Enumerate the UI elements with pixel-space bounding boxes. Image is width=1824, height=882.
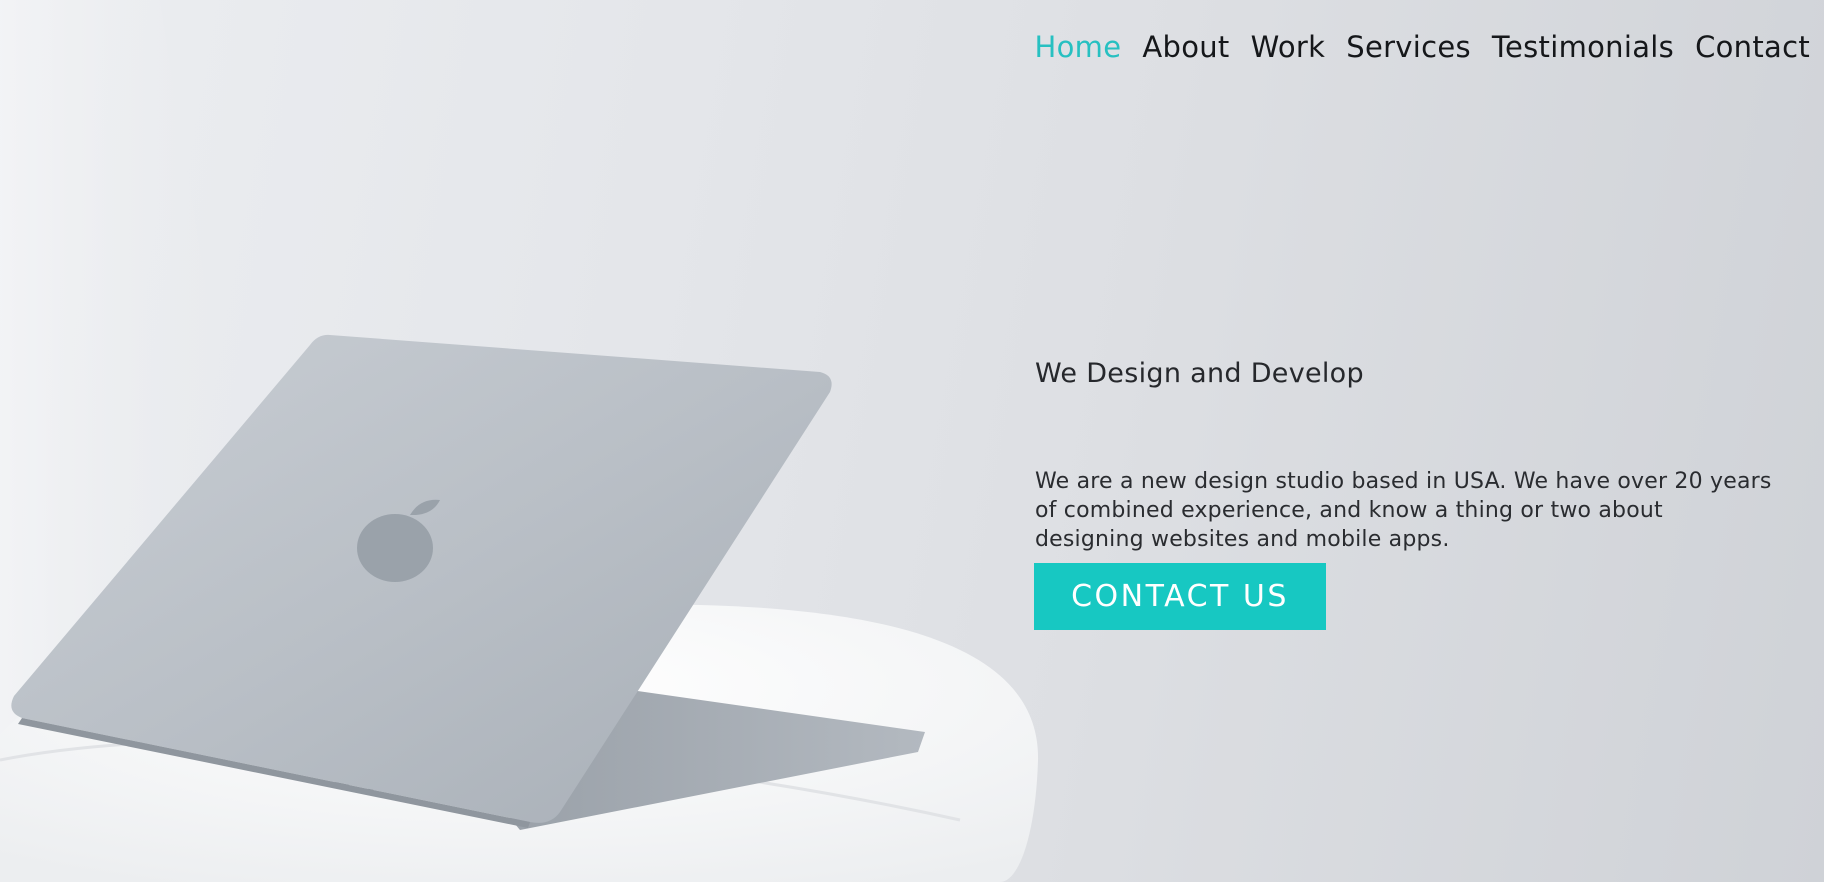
nav-work-link[interactable]: Work: [1251, 30, 1326, 64]
hero-background-image: [0, 0, 1039, 882]
nav-contact-link[interactable]: Contact: [1695, 30, 1810, 64]
hero-description: We are a new design studio based in USA.…: [1035, 469, 1772, 552]
nav-testimonials-link[interactable]: Testimonials: [1492, 30, 1674, 64]
nav-home-link[interactable]: Home: [1035, 30, 1122, 64]
hero-headline: We Design and Develop: [1035, 358, 1364, 389]
nav-about-link[interactable]: About: [1142, 30, 1229, 64]
contact-us-button[interactable]: CONTACT US: [1034, 563, 1326, 630]
nav-services-link[interactable]: Services: [1346, 30, 1471, 64]
main-nav: Home About Work Services Testimonials Co…: [1035, 30, 1811, 64]
